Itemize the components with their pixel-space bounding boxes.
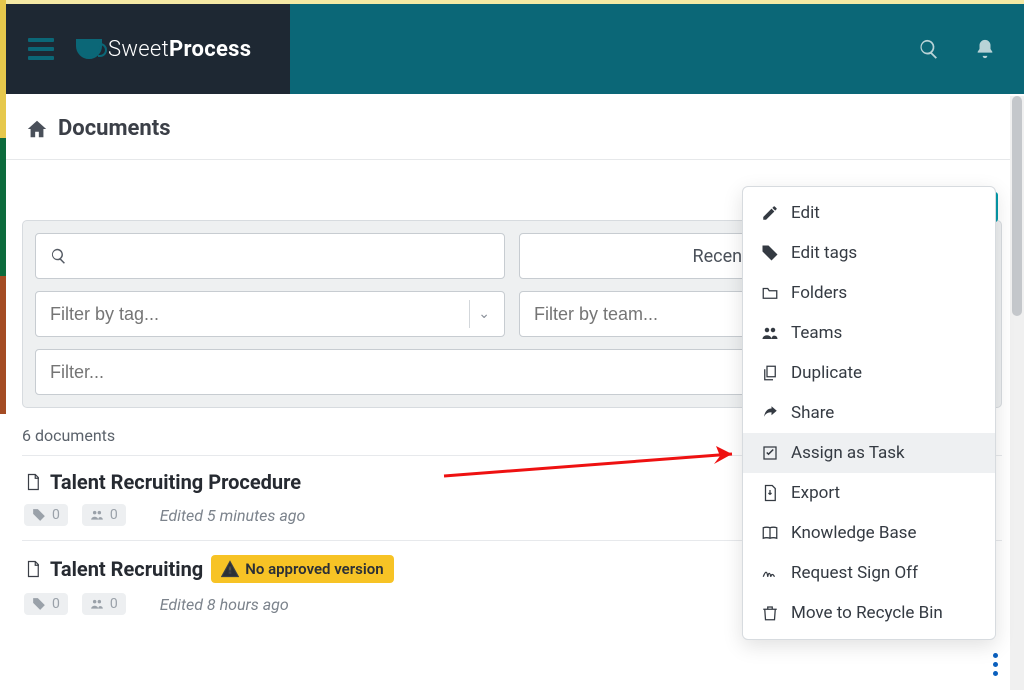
page-title: Documents <box>58 116 171 141</box>
document-icon <box>24 558 42 580</box>
search-icon <box>50 247 67 265</box>
bell-icon[interactable] <box>974 38 996 60</box>
menu-assign-task[interactable]: Assign as Task <box>743 433 995 473</box>
edited-timestamp: Edited 5 minutes ago <box>160 506 306 525</box>
checkbox-icon <box>761 444 779 462</box>
search-input[interactable] <box>35 233 505 279</box>
tag-icon <box>761 244 779 262</box>
tags-count-pill[interactable]: 0 <box>24 504 68 526</box>
decorative-left-stripes <box>0 0 6 690</box>
chevron-down-icon: ⌄ <box>478 306 490 322</box>
search-icon[interactable] <box>918 38 940 60</box>
menu-folders[interactable]: Folders <box>743 273 995 313</box>
row-more-menu[interactable] <box>993 653 998 676</box>
export-icon <box>761 484 779 502</box>
page-title-row: Documents <box>0 94 1024 160</box>
people-icon <box>90 508 104 522</box>
edited-timestamp: Edited 8 hours ago <box>160 595 289 614</box>
app-header: SweetProcess <box>0 4 1024 94</box>
share-icon <box>761 404 779 422</box>
menu-toggle-icon[interactable] <box>28 38 54 60</box>
people-icon <box>761 324 779 342</box>
document-context-menu: Edit Edit tags Folders Teams Duplicate S… <box>742 186 996 640</box>
trash-icon <box>761 604 779 622</box>
teams-count-pill[interactable]: 0 <box>82 504 126 526</box>
warning-icon <box>221 558 239 580</box>
people-icon <box>90 597 104 611</box>
document-title: Talent Recruiting <box>50 557 203 581</box>
cup-icon <box>76 39 102 59</box>
menu-request-signoff[interactable]: Request Sign Off <box>743 553 995 593</box>
document-icon <box>24 471 42 493</box>
no-approved-version-badge: No approved version <box>211 555 393 583</box>
menu-edit-tags[interactable]: Edit tags <box>743 233 995 273</box>
menu-edit[interactable]: Edit <box>743 193 995 233</box>
book-icon <box>761 524 779 542</box>
document-title: Talent Recruiting Procedure <box>50 470 301 494</box>
tag-icon <box>32 508 46 522</box>
signature-icon <box>761 564 779 582</box>
search-field[interactable] <box>67 246 490 267</box>
edit-icon <box>761 204 779 222</box>
scroll-thumb[interactable] <box>1012 96 1022 316</box>
header-right <box>290 4 1024 94</box>
tag-filter-field[interactable] <box>50 304 461 325</box>
brand-name: SweetProcess <box>108 37 251 62</box>
menu-share[interactable]: Share <box>743 393 995 433</box>
menu-knowledge-base[interactable]: Knowledge Base <box>743 513 995 553</box>
tag-icon <box>32 597 46 611</box>
brand-logo[interactable]: SweetProcess <box>76 37 251 62</box>
folder-icon <box>761 284 779 302</box>
menu-duplicate[interactable]: Duplicate <box>743 353 995 393</box>
tags-count-pill[interactable]: 0 <box>24 593 68 615</box>
header-left: SweetProcess <box>0 4 290 94</box>
home-icon <box>26 118 48 140</box>
menu-export[interactable]: Export <box>743 473 995 513</box>
menu-teams[interactable]: Teams <box>743 313 995 353</box>
duplicate-icon <box>761 364 779 382</box>
vertical-scrollbar[interactable] <box>1010 96 1024 690</box>
teams-count-pill[interactable]: 0 <box>82 593 126 615</box>
menu-recycle-bin[interactable]: Move to Recycle Bin <box>743 593 995 633</box>
filter-by-tag[interactable]: ⌄ <box>35 291 505 337</box>
